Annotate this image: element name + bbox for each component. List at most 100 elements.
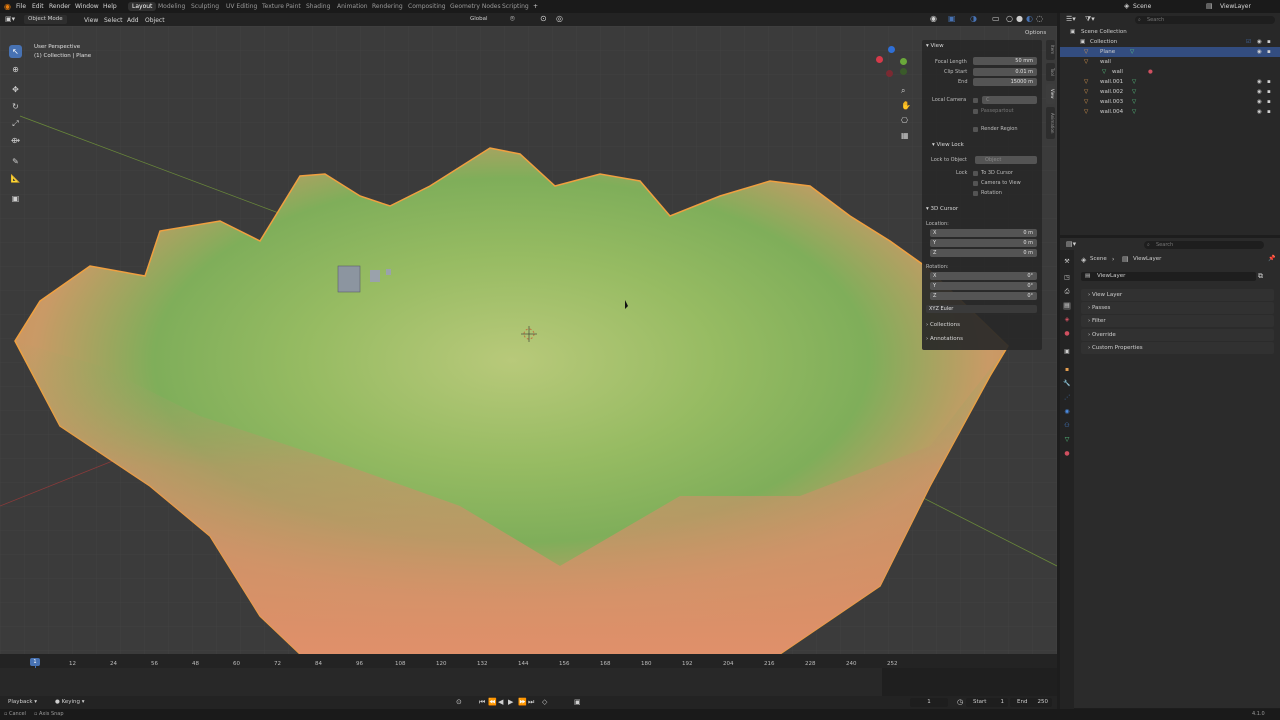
- orientation-selector[interactable]: Global: [470, 16, 488, 22]
- tab-scripting[interactable]: Scripting: [502, 3, 529, 10]
- cursor-tool-icon[interactable]: ⊕: [9, 63, 22, 76]
- pivot-icon[interactable]: ⌾: [510, 14, 515, 24]
- select-box-icon[interactable]: ↖: [9, 45, 22, 58]
- tab-animation-panel[interactable]: Animation: [1046, 107, 1055, 139]
- outliner-row-collection[interactable]: ▣ Collection ☑ ◉ ▪: [1060, 37, 1280, 47]
- render-tab-icon[interactable]: ◳: [1063, 274, 1071, 282]
- camera-view-icon[interactable]: ⎔: [901, 116, 908, 125]
- measure-tool-icon[interactable]: 📐: [9, 172, 22, 185]
- current-frame-indicator[interactable]: 1: [30, 658, 40, 666]
- shading-wire-icon[interactable]: ○: [1006, 14, 1013, 23]
- properties-search[interactable]: ⌕ Search: [1144, 241, 1264, 249]
- start-frame-field[interactable]: Start 1: [966, 698, 1008, 707]
- section-override[interactable]: › Override: [1081, 329, 1274, 341]
- annotate-tool-icon[interactable]: ✎: [9, 155, 22, 168]
- view-layer-tab-icon[interactable]: ▤: [1063, 302, 1071, 310]
- proportional-edit-icon[interactable]: ◎: [556, 14, 563, 23]
- outliner-row-wall-mesh[interactable]: ▽ wall ●: [1060, 67, 1280, 77]
- playback-menu[interactable]: Playback ▾: [8, 699, 37, 705]
- outliner-row-scene-collection[interactable]: ▣ Scene Collection: [1060, 27, 1280, 37]
- cursor-rot-z-field[interactable]: Z 0°: [930, 292, 1037, 300]
- visibility-eye-icon[interactable]: ◉: [1257, 97, 1262, 107]
- view-section-header[interactable]: ▾ View: [926, 43, 944, 49]
- outliner-row-plane[interactable]: ▽ Plane ▽ ◉ ▪: [1060, 47, 1280, 57]
- timeline-area[interactable]: [0, 668, 1057, 696]
- vp-menu-select[interactable]: Select: [104, 17, 123, 24]
- jump-end-icon[interactable]: ⏭: [528, 698, 534, 707]
- scale-tool-icon[interactable]: ⤢: [9, 117, 22, 130]
- snap-icon[interactable]: ⊙: [540, 14, 547, 23]
- clip-start-field[interactable]: 0.01 m: [973, 68, 1037, 76]
- auto-keying-icon[interactable]: ▣: [574, 698, 581, 706]
- end-frame-field[interactable]: End 250: [1010, 698, 1052, 707]
- shading-material-icon[interactable]: ◐: [1026, 14, 1033, 23]
- play-reverse-icon[interactable]: ◀: [498, 698, 503, 706]
- 3d-cursor-header[interactable]: ▾ 3D Cursor: [926, 206, 958, 212]
- outliner-row-wall[interactable]: ▽ wall: [1060, 57, 1280, 67]
- tab-layout[interactable]: Layout: [128, 2, 157, 11]
- tab-shading[interactable]: Shading: [306, 3, 330, 10]
- next-keyframe-icon[interactable]: ⏩: [518, 698, 527, 706]
- shading-solid-icon[interactable]: ●: [1016, 14, 1023, 23]
- clock-icon[interactable]: ◷: [957, 698, 963, 706]
- play-icon[interactable]: ▶: [508, 698, 513, 706]
- properties-editor-icon[interactable]: ▤▾: [1066, 240, 1076, 248]
- tab-uv-editing[interactable]: UV Editing: [226, 3, 257, 10]
- scene-selector[interactable]: Scene: [1133, 3, 1151, 10]
- tab-item[interactable]: Item: [1046, 40, 1055, 60]
- passepartout-checkbox[interactable]: [973, 109, 978, 114]
- jump-start-icon[interactable]: ⏮: [479, 698, 485, 707]
- outliner-row-wall-002[interactable]: ▽ wall.002 ▽ ◉ ▪: [1060, 87, 1280, 97]
- outliner-row-wall-003[interactable]: ▽ wall.003 ▽ ◉ ▪: [1060, 97, 1280, 107]
- tool-tab-icon[interactable]: ⚒: [1063, 258, 1071, 266]
- output-tab-icon[interactable]: ⎙: [1063, 288, 1071, 296]
- tab-modeling[interactable]: Modeling: [158, 3, 185, 10]
- lock-rotation-checkbox[interactable]: [973, 191, 978, 196]
- outliner-row-wall-001[interactable]: ▽ wall.001 ▽ ◉ ▪: [1060, 77, 1280, 87]
- tab-compositing[interactable]: Compositing: [408, 3, 446, 10]
- cursor-loc-y-field[interactable]: Y0 m: [930, 239, 1037, 247]
- render-region-checkbox[interactable]: [973, 127, 978, 132]
- particles-tab-icon[interactable]: ⋰: [1063, 394, 1071, 402]
- cursor-loc-z-field[interactable]: Z0 m: [930, 249, 1037, 257]
- rotation-mode-dropdown[interactable]: XYZ Euler: [926, 305, 1037, 313]
- prev-keyframe-icon[interactable]: ⏪: [488, 698, 497, 706]
- menu-file[interactable]: File: [16, 3, 26, 10]
- new-viewlayer-icon[interactable]: ⧉: [1258, 272, 1263, 281]
- tab-texture-paint[interactable]: Texture Paint: [262, 3, 301, 10]
- exclude-checkbox-icon[interactable]: ☑: [1246, 37, 1251, 47]
- menu-window[interactable]: Window: [75, 3, 99, 10]
- tab-view[interactable]: View: [1046, 84, 1055, 104]
- visibility-eye-icon[interactable]: ◉: [1257, 77, 1262, 87]
- add-cube-tool-icon[interactable]: ▣: [9, 192, 22, 205]
- outliner-editor-icon[interactable]: ☰▾: [1066, 15, 1076, 23]
- zoom-icon[interactable]: ⌕: [901, 86, 905, 96]
- object-tab-icon[interactable]: ▪: [1063, 366, 1071, 374]
- outliner-filter-icon[interactable]: ⧩▾: [1085, 15, 1095, 24]
- section-view-layer[interactable]: › View Layer: [1081, 289, 1274, 301]
- render-camera-icon[interactable]: ▪: [1267, 37, 1271, 47]
- annotations-section[interactable]: › Annotations: [926, 336, 963, 342]
- to-3d-cursor-checkbox[interactable]: [973, 171, 978, 176]
- current-frame-field[interactable]: 1: [910, 698, 948, 707]
- keying-menu[interactable]: ● Keying ▾: [55, 699, 85, 705]
- record-icon[interactable]: ⊙: [456, 698, 462, 706]
- focal-length-field[interactable]: 50 mm: [973, 57, 1037, 65]
- section-custom-properties[interactable]: › Custom Properties: [1081, 342, 1274, 354]
- world-tab-icon[interactable]: ●: [1063, 330, 1071, 338]
- ortho-toggle-icon[interactable]: ▦: [901, 131, 909, 140]
- material-tab-icon[interactable]: ●: [1063, 450, 1071, 458]
- scene-tab-icon[interactable]: ◈: [1063, 316, 1071, 324]
- modifier-tab-icon[interactable]: 🔧: [1063, 380, 1071, 388]
- move-tool-icon[interactable]: ✥: [9, 83, 22, 96]
- collection-tab-icon[interactable]: ▣: [1063, 348, 1071, 356]
- rotate-tool-icon[interactable]: ↻: [9, 100, 22, 113]
- section-filter[interactable]: › Filter: [1081, 315, 1274, 327]
- collections-section[interactable]: › Collections: [926, 322, 960, 328]
- tab-tool[interactable]: Tool: [1046, 63, 1055, 81]
- navigation-gizmo[interactable]: [874, 46, 908, 80]
- lock-to-object-field[interactable]: Object: [975, 156, 1037, 164]
- tab-animation[interactable]: Animation: [337, 3, 368, 10]
- vp-menu-object[interactable]: Object: [145, 17, 165, 24]
- visibility-icon[interactable]: ◉: [930, 14, 937, 23]
